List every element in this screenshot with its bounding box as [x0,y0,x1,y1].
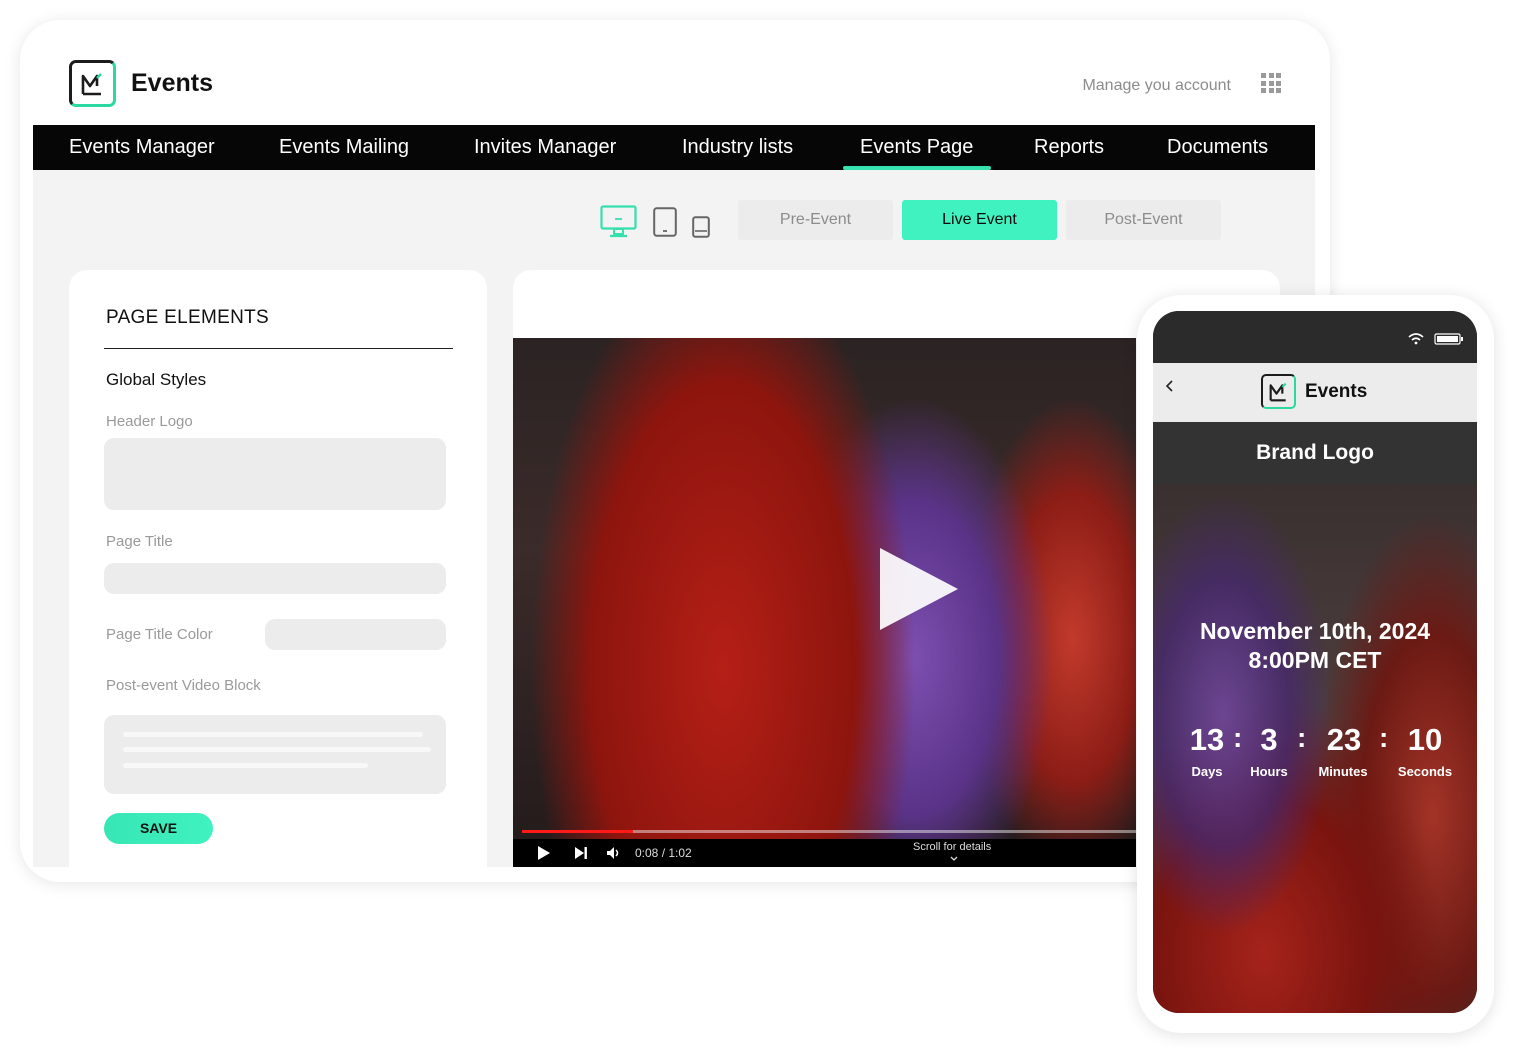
back-icon[interactable] [1165,379,1175,393]
video-player[interactable]: 0:08 / 1:02 Scroll for details [513,338,1136,867]
panel-title: PAGE ELEMENTS [106,307,269,328]
page-title-color-label: Page Title Color [106,626,213,643]
page-title-color-input[interactable] [265,619,446,650]
play-overlay-icon[interactable] [880,548,958,630]
global-styles-heading: Global Styles [106,370,207,389]
panel-divider [104,348,453,349]
play-icon[interactable] [537,845,551,861]
brand-name: Events [131,69,213,97]
nav-events-manager[interactable]: Events Manager [69,136,215,159]
apps-grid-icon[interactable] [1261,73,1281,93]
save-button[interactable]: SAVE [104,813,213,844]
video-controls: 0:08 / 1:02 Scroll for details [513,839,1136,867]
nav-reports[interactable]: Reports [1034,136,1104,159]
tablet-icon[interactable] [653,207,677,242]
battery-icon [1434,333,1463,345]
countdown-seconds: 10 [1407,722,1443,757]
video-block-field[interactable] [104,715,446,794]
header-logo-label: Header Logo [106,413,193,430]
page-title-input[interactable] [104,563,446,594]
wifi-icon [1408,333,1424,345]
video-block-label: Post-event Video Block [106,677,261,694]
video-progress-fill [522,830,633,833]
scroll-hint[interactable]: Scroll for details [913,841,991,853]
countdown-seconds-label: Seconds [1397,764,1453,779]
video-time: 0:08 / 1:02 [635,846,692,860]
brand-logo-bar: Brand Logo [1153,422,1477,484]
event-date-line: November 10th, 2024 [1199,618,1431,644]
page-elements-panel: PAGE ELEMENTS Global Styles Header Logo … [69,270,487,867]
app-logo-icon[interactable] [69,60,116,107]
tab-pre-event[interactable]: Pre-Event [738,200,893,240]
event-date: November 10th, 2024 8:00PM CET [1153,617,1477,675]
nav-documents[interactable]: Documents [1167,136,1268,159]
countdown-separator: : [1233,722,1243,753]
manage-account-link[interactable]: Manage you account [1082,77,1231,95]
desktop-icon[interactable] [600,205,637,243]
countdown-minutes-label: Minutes [1318,764,1368,779]
nav-industry-lists[interactable]: Industry lists [682,136,793,159]
phone-logo-icon [1261,374,1296,409]
video-progress-track[interactable] [522,830,1136,833]
next-icon[interactable] [574,846,588,860]
main-nav: Events Manager Events Mailing Invites Ma… [33,125,1315,170]
countdown-minutes: 23 [1326,722,1362,757]
placeholder-line [123,763,368,768]
nav-invites-manager[interactable]: Invites Manager [474,136,616,159]
countdown-days-label: Days [1191,764,1223,779]
countdown-days: 13 [1189,722,1225,757]
phone-screen: Events Brand Logo November 10th, 2024 8:… [1153,311,1477,1013]
tab-live-event[interactable]: Live Event [902,200,1057,240]
event-time-line: 8:00PM CET [1248,647,1382,673]
status-bar [1153,311,1477,363]
nav-events-page[interactable]: Events Page [860,136,973,159]
countdown-separator: : [1297,722,1307,753]
countdown-hours: 3 [1260,722,1278,757]
desktop-app: Events Manage you account Events Manager… [33,35,1315,867]
brand-logo-text: Brand Logo [1256,441,1374,464]
placeholder-line [123,747,431,752]
mobile-icon[interactable] [692,216,710,243]
active-nav-indicator [843,166,991,170]
volume-icon[interactable] [606,846,622,860]
header-logo-field[interactable] [104,438,446,510]
page-title-label: Page Title [106,533,173,550]
placeholder-line [123,732,423,737]
nav-events-mailing[interactable]: Events Mailing [279,136,409,159]
countdown-separator: : [1379,722,1389,753]
tab-post-event[interactable]: Post-Event [1066,200,1221,240]
top-bar: Events Manage you account [33,35,1315,125]
phone-brand-name: Events [1305,381,1368,402]
phone-header: Events [1153,363,1477,422]
countdown-hours-label: Hours [1250,764,1288,779]
phone-frame: Events Brand Logo November 10th, 2024 8:… [1137,295,1494,1033]
chevron-down-icon [950,856,958,861]
